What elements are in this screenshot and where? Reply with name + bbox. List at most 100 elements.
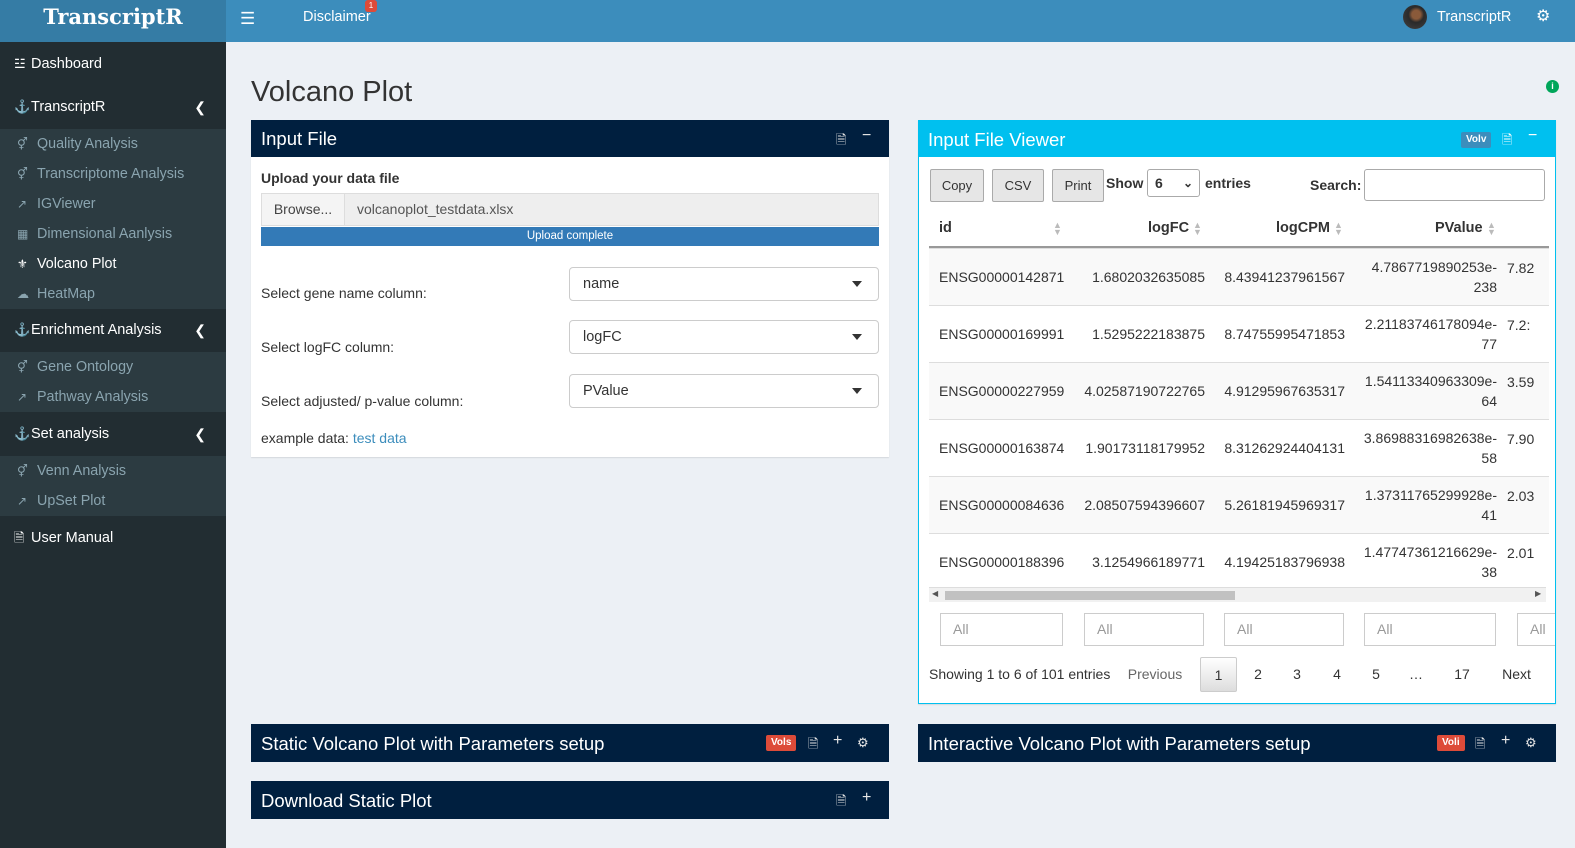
- browse-button[interactable]: Browse...: [261, 193, 345, 226]
- sidebar-item-igviewer[interactable]: ↗ IGViewer: [17, 189, 96, 219]
- logfc-column-select[interactable]: logFC: [569, 320, 879, 354]
- avatar[interactable]: [1403, 5, 1427, 29]
- table-cell-logfc: 1.6802032635085: [1092, 269, 1205, 285]
- table-cell-p2: 41: [1481, 507, 1497, 523]
- line-chart-icon: ↗: [17, 197, 28, 211]
- next-button[interactable]: Next: [1494, 657, 1539, 692]
- table-cell-extra: 2.01: [1507, 545, 1535, 561]
- gears-icon[interactable]: ⚙: [1536, 6, 1550, 26]
- sidebar-item-label: HeatMap: [37, 286, 96, 302]
- test-data-link[interactable]: test data: [353, 430, 407, 446]
- info-icon[interactable]: i: [1546, 80, 1559, 93]
- sidebar-item-enrichment[interactable]: ⚓Enrichment Analysis ❮: [0, 308, 226, 352]
- pdf-file-icon[interactable]: 🗎: [1475, 735, 1485, 757]
- horizontal-scrollbar[interactable]: ◀ ▶: [929, 587, 1546, 602]
- expand-icon[interactable]: +: [833, 732, 842, 750]
- column-filter[interactable]: All: [1517, 613, 1555, 646]
- sidebar-item-venn-analysis[interactable]: ⚥ Venn Analysis: [17, 456, 126, 486]
- page-button[interactable]: 5: [1364, 657, 1388, 692]
- sidebar-item-user-manual[interactable]: 🗎 User Manual: [0, 516, 226, 560]
- pdf-file-icon[interactable]: 🗎: [836, 131, 846, 153]
- gene-column-select[interactable]: name: [569, 267, 879, 301]
- sidebar-item-set-analysis[interactable]: ⚓Set analysis ❮: [0, 412, 226, 456]
- sidebar-item-transcriptome-analysis[interactable]: ⚥ Transcriptome Analysis: [17, 159, 184, 189]
- column-header-logcpm[interactable]: logCPM: [1276, 220, 1330, 236]
- pdf-file-icon[interactable]: 🗎: [836, 792, 846, 814]
- venus-mars-icon: ⚥: [17, 167, 28, 181]
- table-cell-id: ENSG00000188396: [939, 554, 1065, 570]
- sidebar-item-transcriptr[interactable]: ⚓TranscriptR ❮: [0, 85, 226, 129]
- sidebar-item-gene-ontology[interactable]: ⚥ Gene Ontology: [17, 352, 133, 382]
- column-header-logfc[interactable]: logFC: [1148, 220, 1189, 236]
- sort-icon[interactable]: ▲ ▼: [1193, 221, 1202, 237]
- table-row[interactable]: ENSG00000163874 1.90173118179952 8.3126292…: [929, 419, 1549, 476]
- select-value: name: [583, 276, 620, 292]
- pdf-file-icon[interactable]: 🗎: [808, 735, 818, 757]
- copy-button[interactable]: Copy: [930, 169, 984, 202]
- page-button[interactable]: 17: [1446, 657, 1478, 692]
- table-cell-p1: 1.37311765299928e-: [1364, 487, 1497, 503]
- collapse-icon[interactable]: −: [1528, 127, 1537, 145]
- column-filter[interactable]: All: [1224, 613, 1344, 646]
- user-gear-icon[interactable]: ⚙: [1525, 735, 1537, 751]
- pdf-file-icon: 🗎: [14, 530, 25, 545]
- table-cell-p2: 238: [1473, 279, 1497, 295]
- sidebar-submenu-enrichment: ⚥ Gene Ontology ↗ Pathway Analysis: [0, 352, 226, 412]
- page-length-select[interactable]: 6 ⌄: [1147, 169, 1200, 197]
- page-button[interactable]: 1: [1200, 657, 1237, 692]
- column-header-id[interactable]: id: [939, 220, 952, 236]
- column-header-pvalue[interactable]: PValue: [1435, 220, 1483, 236]
- sort-icon[interactable]: ▲ ▼: [1487, 221, 1496, 237]
- sidebar-item-upset-plot[interactable]: ↗ UpSet Plot: [17, 486, 105, 516]
- column-filter[interactable]: All: [1364, 613, 1496, 646]
- sidebar-item-label: Quality Analysis: [37, 136, 138, 152]
- scroll-left-icon[interactable]: ◀: [932, 589, 938, 598]
- table-row[interactable]: ENSG00000188396 3.1254966189771 4.19425183…: [929, 533, 1549, 590]
- sidebar-item-label: Dashboard: [31, 56, 102, 72]
- csv-button[interactable]: CSV: [992, 169, 1044, 202]
- sidebar-item-pathway-analysis[interactable]: ↗ Pathway Analysis: [17, 382, 148, 412]
- upload-progress-bar: Upload complete: [261, 227, 879, 246]
- user-menu[interactable]: TranscriptR: [1437, 9, 1511, 25]
- venus-mars-icon: ⚥: [17, 360, 28, 374]
- scroll-right-icon[interactable]: ▶: [1535, 589, 1541, 598]
- sidebar-item-label: IGViewer: [37, 196, 96, 212]
- hamburger-icon[interactable]: ☰: [240, 9, 255, 29]
- table-row[interactable]: ENSG00000227959 4.02587190722765 4.9129596…: [929, 362, 1549, 419]
- table-cell-p2: 64: [1481, 393, 1497, 409]
- page-button[interactable]: 3: [1285, 657, 1309, 692]
- column-filter[interactable]: All: [1084, 613, 1204, 646]
- page-button[interactable]: 2: [1246, 657, 1270, 692]
- sidebar-item-quality-analysis[interactable]: ⚥ Quality Analysis: [17, 129, 138, 159]
- input-file-box: Input File 🗎 − Upload your data file Bro…: [251, 120, 889, 457]
- column-filter[interactable]: All: [940, 613, 1063, 646]
- user-gear-icon[interactable]: ⚙: [857, 735, 869, 751]
- previous-button[interactable]: Previous: [1119, 657, 1191, 692]
- pvalue-column-select[interactable]: PValue: [569, 374, 879, 408]
- sort-icon[interactable]: ▲ ▼: [1053, 221, 1062, 237]
- sidebar-item-dimensional-analysis[interactable]: ▦ Dimensional Aanlysis: [17, 219, 172, 249]
- database-icon: ☳: [14, 56, 26, 71]
- sidebar-item-dashboard[interactable]: ☳ Dashboard: [0, 42, 226, 86]
- scrollbar-thumb[interactable]: [945, 591, 1235, 600]
- collapse-icon[interactable]: −: [862, 127, 871, 145]
- table-cell-p1: 4.7867719890253e-: [1371, 259, 1497, 275]
- sidebar-item-volcano-plot[interactable]: ⚜ Volcano Plot: [17, 249, 116, 279]
- filename-field[interactable]: volcanoplot_testdata.xlsx: [344, 193, 879, 226]
- pdf-file-icon[interactable]: 🗎: [1502, 131, 1512, 153]
- print-button[interactable]: Print: [1052, 169, 1104, 202]
- chevron-left-icon: ❮: [194, 99, 206, 115]
- page-button[interactable]: 4: [1325, 657, 1349, 692]
- sidebar-item-label: User Manual: [31, 530, 114, 546]
- disclaimer-link[interactable]: Disclaimer: [303, 9, 371, 25]
- expand-icon[interactable]: +: [1501, 732, 1510, 750]
- search-input[interactable]: [1364, 169, 1545, 201]
- sort-icon[interactable]: ▲ ▼: [1334, 221, 1343, 237]
- table-row[interactable]: ENSG00000084636 2.08507594396607 5.2618194…: [929, 476, 1549, 533]
- caret-down-icon: [852, 281, 862, 287]
- expand-icon[interactable]: +: [862, 789, 871, 807]
- table-row[interactable]: ENSG00000142871 1.6802032635085 8.43941237…: [929, 248, 1549, 305]
- app-logo[interactable]: TranscriptR: [0, 0, 226, 42]
- sidebar-item-heatmap[interactable]: ☁ HeatMap: [17, 279, 95, 309]
- table-row[interactable]: ENSG00000169991 1.5295222183875 8.74755995…: [929, 305, 1549, 362]
